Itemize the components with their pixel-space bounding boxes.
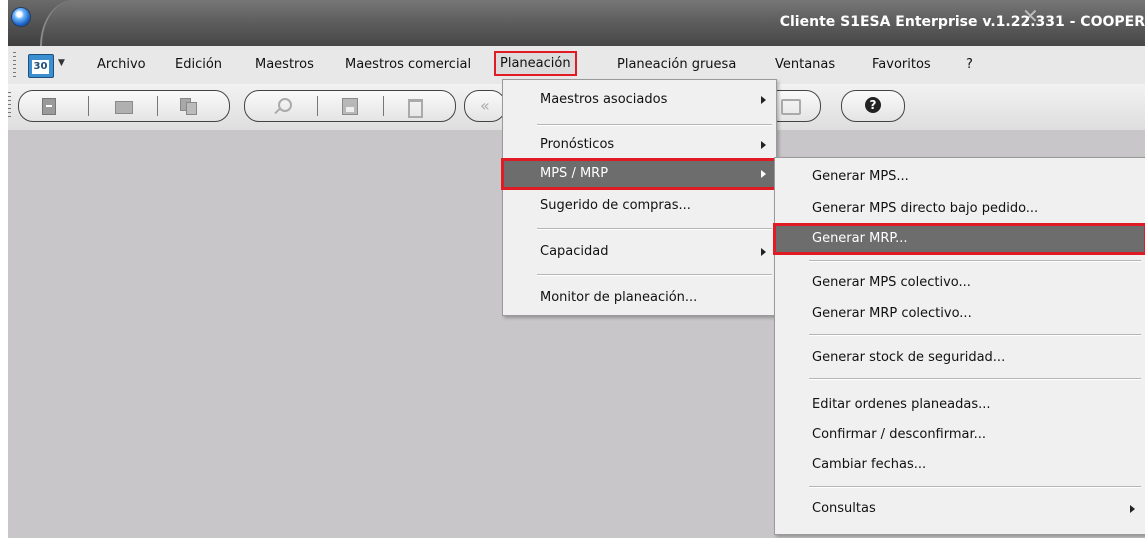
save-icon: [342, 98, 358, 115]
menu-maestros-comercial[interactable]: Maestros comercial: [345, 57, 471, 72]
menu-item-sugerido-de-compras[interactable]: Sugerido de compras...: [503, 192, 776, 220]
back-button[interactable]: «: [475, 97, 497, 115]
menu-item-cambiar-fechas[interactable]: Cambiar fechas...: [775, 451, 1145, 479]
menu-item-capacidad[interactable]: Capacidad: [503, 238, 776, 266]
toolbar-separator: [383, 96, 384, 116]
chevron-right-icon: [1130, 505, 1135, 513]
search-icon: [278, 98, 292, 112]
menu-help[interactable]: ?: [966, 57, 973, 72]
help-icon: ?: [865, 97, 881, 113]
menu-separator: [537, 124, 772, 126]
menu-item-generar-mps-colectivo[interactable]: Generar MPS colectivo...: [775, 269, 1145, 297]
toolbar-separator: [88, 96, 89, 116]
chevron-right-icon: [761, 141, 766, 149]
menu-item-mps-mrp[interactable]: MPS / MRP: [501, 158, 778, 190]
menu-separator: [537, 274, 772, 276]
chevron-right-icon: [761, 170, 766, 178]
copy-icon: [180, 98, 197, 115]
menu-separator: [809, 378, 1141, 380]
menu-item-pronosticos[interactable]: Pronósticos: [503, 131, 776, 159]
toolbar-separator: [157, 96, 158, 116]
toolbar-group-file: [18, 90, 230, 122]
menu-item-consultas[interactable]: Consultas: [775, 495, 1145, 523]
menu-grip-handle[interactable]: [13, 52, 16, 78]
delete-button[interactable]: [403, 97, 425, 118]
application-window: ✕ Cliente S1ESA Enterprise v.1.22.331 - …: [8, 0, 1145, 538]
menu-item-generar-mrp-colectivo[interactable]: Generar MRP colectivo...: [775, 300, 1145, 328]
app-orb-icon[interactable]: [12, 8, 30, 26]
chevron-down-icon[interactable]: ▼: [58, 58, 65, 68]
menu-item-monitor-de-planeacion[interactable]: Monitor de planeación...: [503, 284, 776, 312]
chevron-right-icon: [761, 248, 766, 256]
menu-item-generar-mps[interactable]: Generar MPS...: [775, 163, 1145, 191]
menu-favoritos[interactable]: Favoritos: [872, 57, 931, 72]
print-icon: [781, 99, 801, 115]
menu-item-confirmar-desconfirmar[interactable]: Confirmar / desconfirmar...: [775, 421, 1145, 449]
menu-item-maestros-asociados[interactable]: Maestros asociados: [503, 86, 776, 114]
menu-ventanas[interactable]: Ventanas: [775, 57, 835, 72]
new-document-button[interactable]: [37, 97, 59, 115]
toolbar-group-nav: «: [464, 90, 506, 122]
print-button[interactable]: [778, 97, 801, 115]
menu-planeacion[interactable]: Planeación: [494, 51, 577, 76]
title-bar: ✕ Cliente S1ESA Enterprise v.1.22.331 - …: [8, 0, 1145, 46]
calendar-day: 30: [32, 60, 49, 74]
menu-item-generar-stock-de-seguridad[interactable]: Generar stock de seguridad...: [775, 344, 1145, 372]
help-button[interactable]: ?: [861, 97, 883, 115]
menu-separator: [809, 486, 1141, 488]
menu-maestros[interactable]: Maestros: [255, 57, 314, 72]
toolbar-separator: [317, 96, 318, 116]
toolbar-group-edit: [244, 90, 456, 122]
new-document-icon: [42, 98, 56, 115]
copy-button[interactable]: [177, 97, 199, 115]
planeacion-menu: Maestros asociados Pronósticos MPS / MRP…: [501, 79, 778, 316]
calendar-icon[interactable]: 30: [28, 54, 54, 78]
save-button[interactable]: [338, 97, 360, 115]
menu-separator: [809, 334, 1141, 336]
chevron-right-icon: [761, 96, 766, 104]
menu-item-generar-mps-directo[interactable]: Generar MPS directo bajo pedido...: [775, 195, 1145, 223]
menu-separator: [809, 260, 1141, 262]
menu-edicion[interactable]: Edición: [175, 57, 222, 72]
mps-mrp-submenu: Generar MPS... Generar MPS directo bajo …: [773, 157, 1145, 535]
toolbar-grip-handle[interactable]: [8, 92, 11, 120]
menu-item-editar-ordenes-planeadas[interactable]: Editar ordenes planeadas...: [775, 391, 1145, 419]
menu-item-generar-mrp[interactable]: Generar MRP...: [773, 223, 1145, 255]
search-button[interactable]: [273, 97, 295, 115]
window-title: Cliente S1ESA Enterprise v.1.22.331 - CO…: [779, 14, 1145, 30]
back-icon: «: [480, 96, 490, 115]
menu-planeacion-gruesa[interactable]: Planeación gruesa: [617, 57, 736, 72]
menu-separator: [537, 228, 772, 230]
toolbar-group-help: ?: [841, 90, 905, 122]
open-folder-icon: [115, 101, 133, 114]
menu-archivo[interactable]: Archivo: [97, 57, 146, 72]
trash-icon: [408, 99, 423, 118]
open-folder-button[interactable]: [112, 97, 134, 115]
